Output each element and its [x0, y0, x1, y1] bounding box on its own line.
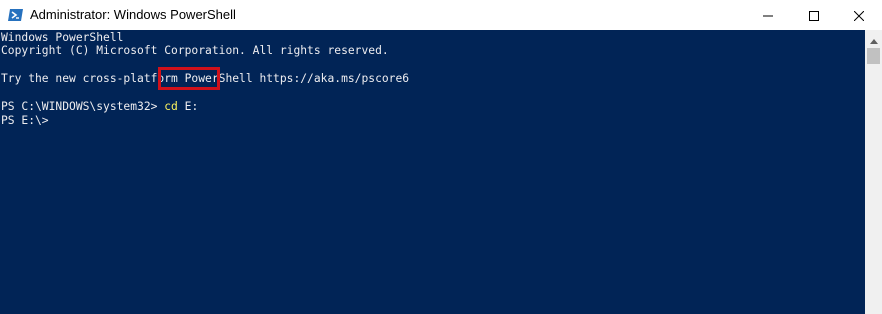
close-button[interactable] — [836, 0, 882, 30]
title-bar[interactable]: Administrator: Windows PowerShell — [0, 0, 882, 30]
console-line: Copyright (C) Microsoft Corporation. All… — [1, 44, 389, 57]
prompt-text: PS C:\WINDOWS\system32> — [1, 100, 165, 113]
command-highlight-box — [158, 67, 220, 90]
chevron-up-icon — [869, 29, 878, 48]
scroll-up-button[interactable] — [865, 30, 882, 47]
maximize-button[interactable] — [791, 0, 837, 30]
maximize-icon — [809, 6, 819, 25]
window-title: Administrator: Windows PowerShell — [30, 7, 236, 22]
console-output[interactable]: Windows PowerShell Copyright (C) Microso… — [0, 30, 865, 314]
powershell-window: Administrator: Windows PowerShell Window… — [0, 0, 882, 314]
console-prompt: PS E:\> — [1, 114, 49, 127]
close-icon — [853, 6, 865, 25]
minimize-button[interactable] — [745, 0, 791, 30]
command-argument: E: — [177, 100, 199, 113]
minimize-icon — [763, 6, 773, 25]
console-line: Windows PowerShell — [1, 31, 124, 44]
command-word: cd — [164, 100, 178, 113]
command-line: PS C:\WINDOWS\system32> cd E: — [1, 100, 198, 114]
powershell-icon — [8, 7, 24, 23]
vertical-scrollbar[interactable] — [865, 30, 882, 314]
scroll-thumb[interactable] — [867, 48, 880, 64]
